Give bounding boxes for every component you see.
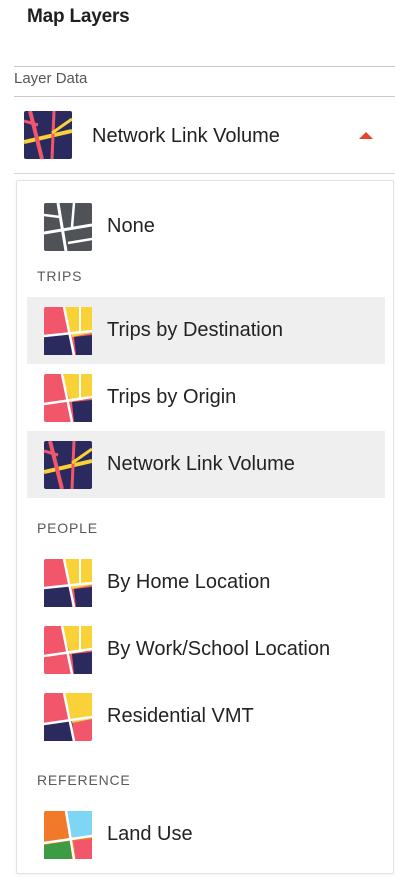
by-home-location-icon <box>44 559 92 607</box>
menu-item-none[interactable]: None <box>27 193 385 260</box>
menu-item-land-use[interactable]: Land Use <box>27 801 385 868</box>
menu-item-label: Trips by Origin <box>107 386 237 408</box>
panel-title: Map Layers <box>27 6 130 27</box>
by-work-school-location-icon <box>44 626 92 674</box>
network-link-volume-icon <box>24 111 72 159</box>
menu-item-network-link-volume[interactable]: Network Link Volume <box>27 431 385 498</box>
trips-by-origin-icon <box>44 374 92 422</box>
menu-item-trips-by-origin[interactable]: Trips by Origin <box>27 364 385 431</box>
layer-dropdown-menu: None TRIPS Trips by Destination Trips by… <box>16 180 394 874</box>
menu-item-label: Land Use <box>107 823 193 845</box>
menu-item-label: None <box>107 215 155 237</box>
section-header-trips: TRIPS <box>37 268 83 284</box>
section-header-reference: REFERENCE <box>37 772 131 788</box>
network-link-volume-icon <box>44 441 92 489</box>
menu-item-trips-by-destination[interactable]: Trips by Destination <box>27 297 385 364</box>
land-use-icon <box>44 811 92 859</box>
menu-item-by-home-location[interactable]: By Home Location <box>27 549 385 616</box>
selected-layer-label: Network Link Volume <box>92 125 280 147</box>
trips-by-destination-icon <box>44 307 92 355</box>
menu-item-label: Residential VMT <box>107 705 254 727</box>
menu-item-label: Trips by Destination <box>107 319 283 341</box>
caret-up-icon[interactable] <box>359 132 373 139</box>
residential-vmt-icon <box>44 693 92 741</box>
menu-item-residential-vmt[interactable]: Residential VMT <box>27 683 385 750</box>
menu-item-by-work-school-location[interactable]: By Work/School Location <box>27 616 385 683</box>
layer-data-select[interactable]: Network Link Volume <box>14 97 395 174</box>
menu-item-label: Network Link Volume <box>107 453 295 475</box>
layer-data-label: Layer Data <box>14 70 88 87</box>
none-layer-icon <box>44 203 92 251</box>
divider <box>14 66 395 67</box>
menu-item-label: By Work/School Location <box>107 638 331 660</box>
section-header-people: PEOPLE <box>37 520 98 536</box>
menu-item-label: By Home Location <box>107 571 271 593</box>
